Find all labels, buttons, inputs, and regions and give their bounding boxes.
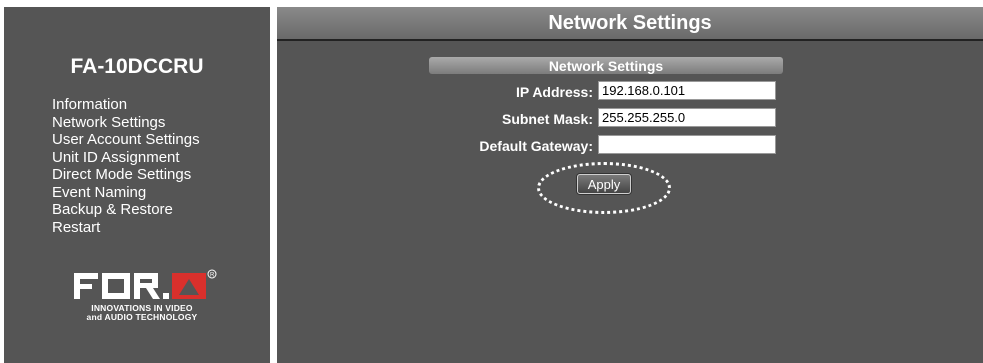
panel-title-bar: Network Settings — [429, 57, 783, 74]
menu-item-event-naming[interactable]: Event Naming — [52, 184, 200, 202]
svg-text:R: R — [210, 273, 215, 279]
sidebar-menu: Information Network Settings User Accoun… — [52, 96, 200, 236]
fora-logo-mark: R — [74, 269, 217, 299]
panel-title: Network Settings — [548, 58, 664, 74]
sidebar: FA-10DCCRU Information Network Settings … — [4, 7, 270, 363]
menu-item-user-account-settings[interactable]: User Account Settings — [52, 131, 200, 149]
menu-item-network-settings[interactable]: Network Settings — [52, 114, 200, 132]
logo-tagline-2: and AUDIO TECHNOLOGY — [86, 312, 198, 322]
menu-item-unit-id-assignment[interactable]: Unit ID Assignment — [52, 149, 200, 167]
subnet-mask-input[interactable] — [598, 108, 776, 127]
default-gateway-input[interactable] — [598, 135, 776, 154]
main-header: Network Settings — [277, 7, 983, 41]
fora-logo: R INNOVATIONS IN VIDEO and AUDIO TECHNOL… — [72, 269, 222, 329]
menu-item-restart[interactable]: Restart — [52, 219, 200, 237]
page-title: Network Settings — [548, 12, 712, 34]
apply-button[interactable]: Apply — [577, 174, 631, 194]
main-content: Network Settings Network Settings IP Add… — [277, 7, 983, 363]
subnet-mask-label: Subnet Mask: — [501, 111, 593, 127]
ip-address-label: IP Address: — [515, 84, 593, 100]
device-name: FA-10DCCRU — [70, 55, 204, 78]
ip-address-input[interactable] — [598, 81, 776, 100]
menu-item-backup-restore[interactable]: Backup & Restore — [52, 201, 200, 219]
default-gateway-label: Default Gateway: — [479, 138, 593, 154]
menu-item-information[interactable]: Information — [52, 96, 200, 114]
menu-item-direct-mode-settings[interactable]: Direct Mode Settings — [52, 166, 200, 184]
